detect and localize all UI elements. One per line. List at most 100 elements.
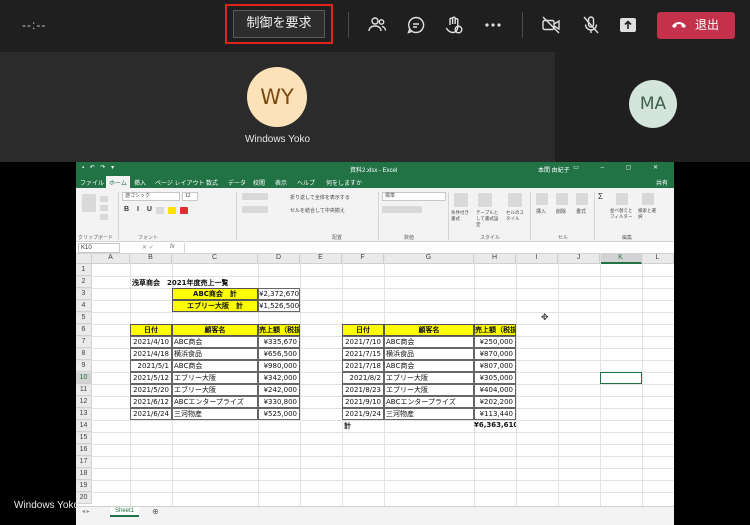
column-header[interactable]: L [642,254,674,264]
leave-button[interactable]: 退出 [657,12,735,39]
bold-italic-underline-buttons[interactable]: B I U [124,206,155,213]
sort-filter-icon[interactable] [616,193,628,205]
cut-icon[interactable] [100,196,108,202]
people-icon[interactable] [366,14,388,36]
row-header[interactable]: 16 [76,444,92,456]
row-header[interactable]: 10 [76,372,92,384]
formula-bar: K10 ✕ ✓ fx [76,242,674,254]
select-all-corner[interactable] [76,254,92,264]
column-header[interactable]: F [342,254,384,264]
insert-cells-icon[interactable] [536,193,548,205]
paste-icon[interactable] [82,194,96,212]
share-button[interactable]: 共有 [656,178,668,187]
toolbar-divider [522,12,523,38]
column-header[interactable]: I [516,254,558,264]
row-header[interactable]: 14 [76,420,92,432]
conditional-format-icon[interactable] [454,193,468,207]
more-icon[interactable] [482,14,504,36]
autosum-icon[interactable]: Σ [598,192,603,201]
row-header[interactable]: 6 [76,324,92,336]
worksheet-grid[interactable]: A B C D E F G H I J K L 1 2 3 4 5 6 7 8 … [76,254,674,506]
table-cell-customer: エブリー大阪 [172,384,258,396]
row-header[interactable]: 8 [76,348,92,360]
fx-icon[interactable]: fx [170,244,175,250]
reaction-icon[interactable] [443,14,465,36]
selected-cell[interactable] [600,372,642,384]
formula-input[interactable] [184,243,672,253]
row-header[interactable]: 2 [76,276,92,288]
find-select-icon[interactable] [642,193,654,205]
row-header[interactable]: 11 [76,384,92,396]
window-controls[interactable]: ▭ – ▢ ✕ [573,164,668,171]
tab-view[interactable]: 表示 [275,178,287,187]
wrap-text-button[interactable]: 折り返して全体を表示する [290,194,350,201]
tab-review[interactable]: 校閲 [253,178,265,187]
share-icon[interactable] [617,14,639,36]
table-cell-date: 2021/6/24 [130,408,172,420]
quick-access-toolbar[interactable]: ▪ ↶ ↷ ▾ [82,164,116,171]
table-cell-date: 2021/9/10 [342,396,384,408]
tab-data[interactable]: データ [228,178,246,187]
column-header[interactable]: A [92,254,130,264]
sheet-nav-arrows[interactable]: ◂ ▸ [82,508,90,515]
align-top-icons[interactable] [242,193,268,200]
font-name-select[interactable]: 游ゴシック [122,192,180,201]
column-header[interactable]: H [474,254,516,264]
row-header[interactable]: 15 [76,432,92,444]
row-header[interactable]: 4 [76,300,92,312]
tab-page-layout[interactable]: ページ レイアウト [155,178,205,187]
cancel-enter-icons[interactable]: ✕ ✓ [142,244,154,251]
tab-file[interactable]: ファイル [80,178,104,187]
table-cell-date: 2021/9/24 [342,408,384,420]
column-header[interactable]: C [172,254,258,264]
row-header[interactable]: 5 [76,312,92,324]
cell-styles-icon[interactable] [508,193,522,207]
name-box[interactable]: K10 [78,243,120,253]
row-header[interactable]: 19 [76,480,92,492]
add-sheet-icon[interactable]: ⊕ [152,507,159,516]
font-color-icon[interactable] [180,207,188,214]
ribbon-divider [448,192,449,240]
align-left-icons[interactable] [242,206,268,213]
font-size-select[interactable]: 12 [182,192,198,201]
row-header[interactable]: 17 [76,456,92,468]
column-header[interactable]: B [130,254,172,264]
sheet-tab[interactable]: Sheet1 [110,507,140,517]
row-header[interactable]: 1 [76,264,92,276]
tab-help[interactable]: ヘルプ [297,178,315,187]
row-header[interactable]: 18 [76,468,92,480]
row-header[interactable]: 12 [76,396,92,408]
row-header[interactable]: 7 [76,336,92,348]
column-header[interactable]: K [600,254,642,264]
merge-center-button[interactable]: セルを結合して中央揃え [290,207,345,214]
column-header[interactable]: E [300,254,342,264]
gridline [76,456,674,457]
number-format-icons[interactable] [382,206,422,213]
column-header[interactable]: G [384,254,474,264]
row-header[interactable]: 3 [76,288,92,300]
row-header[interactable]: 9 [76,360,92,372]
table-cell-date: 2021/7/18 [342,360,384,372]
copy-icon[interactable] [100,205,108,211]
meeting-timer: --:-- [22,18,47,32]
format-cells-icon[interactable] [576,193,588,205]
column-header[interactable]: D [258,254,300,264]
chat-icon[interactable] [405,14,427,36]
fill-color-icon[interactable] [168,207,176,214]
format-painter-icon[interactable] [100,214,108,220]
request-control-button[interactable]: 制御を要求 [233,10,325,38]
number-format-select[interactable]: 標準 [382,192,446,201]
row-header[interactable]: 13 [76,408,92,420]
tab-home[interactable]: ホーム [106,176,130,188]
mic-off-icon[interactable] [580,14,602,36]
tab-insert[interactable]: 挿入 [134,178,146,187]
tab-formulas[interactable]: 数式 [206,178,218,187]
column-header[interactable]: J [558,254,600,264]
tell-me-search[interactable]: 何をしますか [326,178,362,187]
excel-window[interactable]: ▪ ↶ ↷ ▾ 資料2.xlsx - Excel 本間 由紀子 ▭ – ▢ ✕ … [76,162,674,525]
group-label: クリップボード [78,235,114,241]
delete-cells-icon[interactable] [556,193,568,205]
format-as-table-icon[interactable] [478,193,492,207]
borders-icon[interactable] [156,207,164,214]
camera-off-icon[interactable] [540,14,562,36]
